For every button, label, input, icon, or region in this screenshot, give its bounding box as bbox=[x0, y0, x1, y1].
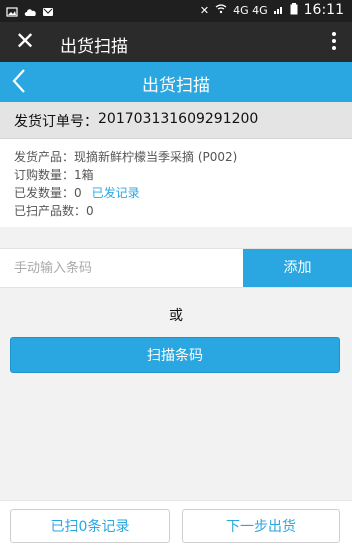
or-divider-text: 或 bbox=[169, 308, 183, 324]
page-header: 出货扫描 bbox=[0, 62, 352, 102]
shipped-label: 已发数量： bbox=[14, 186, 75, 200]
scanned-value: 0 bbox=[86, 204, 94, 218]
status-bar: ✕ 4G 4G 16:11 bbox=[0, 0, 352, 22]
shipment-info: 发货产品：现摘新鲜柠檬当季采摘 (P002) 订购数量：1箱 已发数量：0 已发记… bbox=[0, 139, 352, 227]
order-qty-row: 订购数量：1箱 bbox=[14, 166, 94, 183]
scanned-row: 已扫产品数：0 bbox=[14, 202, 94, 219]
wifi-icon bbox=[215, 3, 227, 17]
order-qty-label: 订购数量： bbox=[14, 168, 75, 182]
close-icon[interactable]: ✕ bbox=[12, 28, 38, 54]
order-number-label: 发货订单号： bbox=[14, 114, 98, 130]
scanned-records-button[interactable]: 已扫0条记录 bbox=[10, 509, 170, 543]
battery-icon bbox=[290, 2, 298, 18]
network-label: 4G 4G bbox=[233, 3, 268, 17]
product-value: 现摘新鲜柠檬当季采摘 (P002) bbox=[74, 150, 238, 164]
app-bar-title: 出货扫描 bbox=[60, 37, 128, 57]
page-title: 出货扫描 bbox=[142, 76, 210, 96]
bottom-bar: 已扫0条记录 下一步出货 bbox=[0, 500, 352, 551]
add-button[interactable]: 添加 bbox=[243, 249, 352, 287]
message-icon bbox=[42, 3, 54, 16]
cloud-icon bbox=[24, 3, 36, 16]
shipped-records-link[interactable]: 已发记录 bbox=[92, 186, 140, 200]
barcode-input[interactable] bbox=[0, 249, 242, 287]
shipped-value: 0 bbox=[74, 186, 82, 200]
order-qty-value: 1箱 bbox=[74, 168, 94, 182]
order-number-bar: 发货订单号： 201703131609291200 bbox=[0, 102, 352, 139]
signal-icon bbox=[273, 3, 284, 17]
order-number-value: 201703131609291200 bbox=[98, 111, 259, 127]
product-row: 发货产品：现摘新鲜柠檬当季采摘 (P002) bbox=[14, 148, 237, 165]
gallery-icon bbox=[6, 3, 18, 17]
scanned-label: 已扫产品数： bbox=[14, 204, 87, 218]
product-label: 发货产品： bbox=[14, 150, 75, 164]
status-left-icons bbox=[6, 3, 54, 17]
mute-icon: ✕ bbox=[199, 3, 210, 17]
status-right-icons: ✕ 4G 4G 16:11 bbox=[200, 2, 344, 18]
more-icon[interactable] bbox=[326, 30, 342, 54]
scan-barcode-button[interactable]: 扫描条码 bbox=[10, 337, 340, 373]
next-ship-button[interactable]: 下一步出货 bbox=[182, 509, 340, 543]
barcode-entry-row: 添加 bbox=[0, 248, 352, 288]
status-time: 16:11 bbox=[303, 2, 344, 18]
app-bar: ✕ 出货扫描 bbox=[0, 22, 352, 62]
shipped-row: 已发数量：0 已发记录 bbox=[14, 184, 140, 201]
